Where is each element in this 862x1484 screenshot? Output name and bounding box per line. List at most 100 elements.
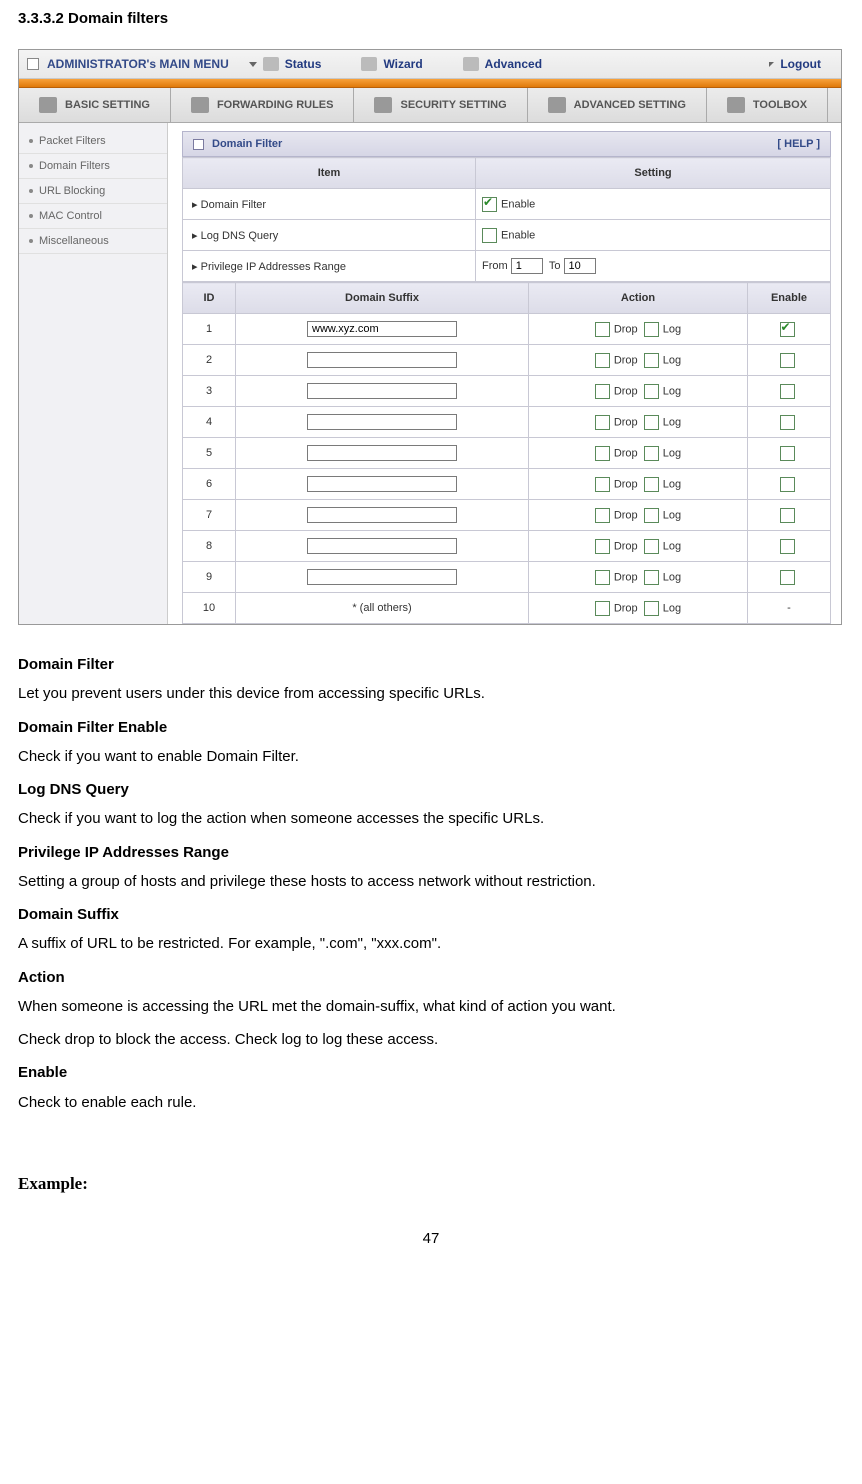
- doc-p6: When someone is accessing the URL met th…: [18, 995, 844, 1018]
- tab-advanced-setting[interactable]: ADVANCED SETTING: [528, 88, 707, 122]
- enable-checkbox[interactable]: [780, 415, 795, 430]
- menu-status[interactable]: Status: [229, 50, 342, 78]
- rule-id: 3: [183, 376, 236, 407]
- rule-id: 1: [183, 314, 236, 345]
- suffix-input[interactable]: [307, 569, 457, 585]
- doc-h1: Domain Filter: [18, 653, 844, 676]
- rule-id: 5: [183, 438, 236, 469]
- page-number: 47: [18, 1230, 844, 1247]
- tab-toolbox[interactable]: TOOLBOX: [707, 88, 828, 122]
- tab-label: TOOLBOX: [753, 99, 807, 111]
- suffix-input[interactable]: [307, 507, 457, 523]
- drop-label: Drop: [614, 602, 638, 614]
- suffix-input[interactable]: [307, 352, 457, 368]
- main-menu-bar: ADMINISTRATOR's MAIN MENU Status Wizard …: [19, 50, 841, 79]
- menu-logout[interactable]: Logout: [749, 50, 841, 78]
- sidebar-item-mac-control[interactable]: MAC Control: [19, 204, 167, 229]
- menu-icon: [27, 58, 39, 70]
- suffix-input[interactable]: [307, 414, 457, 430]
- log-checkbox[interactable]: [644, 446, 659, 461]
- log-checkbox[interactable]: [644, 322, 659, 337]
- log-dns-checkbox[interactable]: [482, 228, 497, 243]
- drop-checkbox[interactable]: [595, 570, 610, 585]
- log-checkbox[interactable]: [644, 570, 659, 585]
- log-label: Log: [663, 385, 681, 397]
- log-label: Log: [663, 571, 681, 583]
- domain-filter-checkbox[interactable]: [482, 197, 497, 212]
- bullet-icon: [29, 239, 33, 243]
- help-link[interactable]: [ HELP ]: [777, 138, 820, 150]
- drop-checkbox[interactable]: [595, 353, 610, 368]
- drop-checkbox[interactable]: [595, 322, 610, 337]
- suffix-input[interactable]: [307, 321, 457, 337]
- sidebar-item-miscellaneous[interactable]: Miscellaneous: [19, 229, 167, 254]
- rule-suffix-all: * (all others): [236, 593, 529, 624]
- log-checkbox[interactable]: [644, 601, 659, 616]
- suffix-input[interactable]: [307, 445, 457, 461]
- to-label: To: [549, 260, 561, 272]
- row-log-dns-query: ▸ Log DNS Query: [183, 220, 476, 251]
- col-action: Action: [529, 283, 748, 314]
- from-input[interactable]: [511, 258, 543, 274]
- enable-checkbox[interactable]: [780, 477, 795, 492]
- table-row: 9Drop Log: [183, 562, 831, 593]
- wizard-icon: [361, 57, 377, 71]
- sidebar-item-url-blocking[interactable]: URL Blocking: [19, 179, 167, 204]
- bullet-icon: [29, 214, 33, 218]
- log-checkbox[interactable]: [644, 508, 659, 523]
- doc-h6: Action: [18, 966, 844, 989]
- doc-p4: Setting a group of hosts and privilege t…: [18, 870, 844, 893]
- table-row: 3Drop Log: [183, 376, 831, 407]
- sidebar-item-domain-filters[interactable]: Domain Filters: [19, 154, 167, 179]
- drop-checkbox[interactable]: [595, 508, 610, 523]
- enable-checkbox[interactable]: [780, 570, 795, 585]
- log-label: Log: [663, 509, 681, 521]
- menu-wizard[interactable]: Wizard: [341, 50, 442, 78]
- drop-checkbox[interactable]: [595, 477, 610, 492]
- table-row: 4Drop Log: [183, 407, 831, 438]
- log-checkbox[interactable]: [644, 353, 659, 368]
- doc-h4: Privilege IP Addresses Range: [18, 841, 844, 864]
- drop-checkbox[interactable]: [595, 539, 610, 554]
- drop-label: Drop: [614, 416, 638, 428]
- drop-checkbox[interactable]: [595, 446, 610, 461]
- doc-p3: Check if you want to log the action when…: [18, 807, 844, 830]
- drop-checkbox[interactable]: [595, 415, 610, 430]
- suffix-input[interactable]: [307, 383, 457, 399]
- menu-title: ADMINISTRATOR's MAIN MENU: [47, 57, 229, 71]
- log-checkbox[interactable]: [644, 539, 659, 554]
- menu-advanced[interactable]: Advanced: [443, 50, 562, 78]
- log-checkbox[interactable]: [644, 384, 659, 399]
- enable-checkbox[interactable]: [780, 508, 795, 523]
- enable-checkbox[interactable]: [780, 539, 795, 554]
- to-input[interactable]: [564, 258, 596, 274]
- log-checkbox[interactable]: [644, 477, 659, 492]
- tab-security-setting[interactable]: SECURITY SETTING: [354, 88, 527, 122]
- drop-checkbox[interactable]: [595, 384, 610, 399]
- drop-checkbox[interactable]: [595, 601, 610, 616]
- doc-p7: Check to enable each rule.: [18, 1091, 844, 1114]
- log-label: Log: [663, 354, 681, 366]
- table-row: 7Drop Log: [183, 500, 831, 531]
- tab-icon: [191, 97, 209, 113]
- chevron-right-icon: [769, 62, 774, 67]
- enable-checkbox[interactable]: [780, 384, 795, 399]
- table-row: 1Drop Log: [183, 314, 831, 345]
- settings-table: Item Setting ▸ Domain Filter Enable ▸ Lo…: [182, 157, 831, 282]
- suffix-input[interactable]: [307, 538, 457, 554]
- enable-checkbox[interactable]: [780, 353, 795, 368]
- tab-basic-setting[interactable]: BASIC SETTING: [19, 88, 171, 122]
- enable-checkbox[interactable]: [780, 446, 795, 461]
- sidebar-label: Miscellaneous: [39, 235, 109, 247]
- col-setting: Setting: [476, 158, 831, 189]
- bullet-icon: [29, 189, 33, 193]
- enable-checkbox[interactable]: [780, 322, 795, 337]
- log-checkbox[interactable]: [644, 415, 659, 430]
- sidebar-item-packet-filters[interactable]: Packet Filters: [19, 129, 167, 154]
- table-row: 6Drop Log: [183, 469, 831, 500]
- rule-id: 8: [183, 531, 236, 562]
- doc-p5: A suffix of URL to be restricted. For ex…: [18, 932, 844, 955]
- suffix-input[interactable]: [307, 476, 457, 492]
- tab-forwarding-rules[interactable]: FORWARDING RULES: [171, 88, 355, 122]
- menu-label: Logout: [780, 57, 821, 71]
